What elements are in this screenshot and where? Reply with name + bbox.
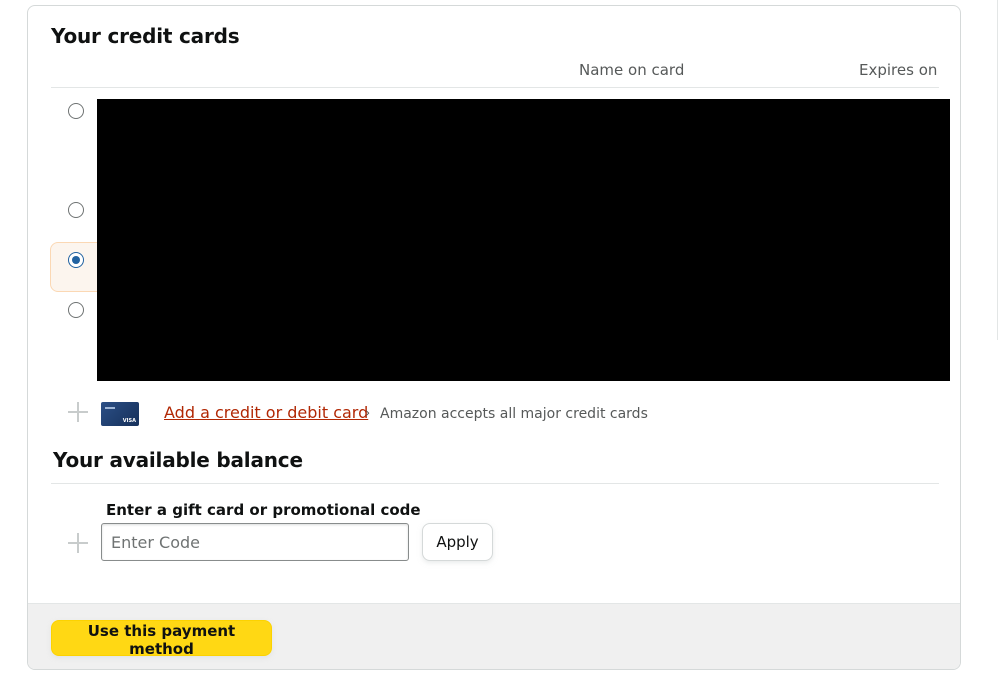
gift-code-input[interactable] [101, 523, 409, 561]
card-radio-3-selected[interactable] [68, 252, 84, 268]
apply-code-button[interactable]: Apply [422, 523, 493, 561]
accepted-cards-note: Amazon accepts all major credit cards [380, 406, 648, 422]
name-on-card-column-header: Name on card [579, 61, 685, 79]
add-credit-card-link[interactable]: Add a credit or debit card [164, 403, 368, 422]
credit-card-icon [101, 402, 139, 426]
divider [51, 87, 939, 88]
redacted-card-details [97, 99, 950, 381]
expires-on-column-header: Expires on [859, 61, 938, 79]
use-payment-method-button[interactable]: Use this payment method [51, 620, 272, 658]
panel-footer: Use this payment method [28, 603, 960, 669]
card-radio-4[interactable] [68, 302, 84, 318]
card-radio-2[interactable] [68, 202, 84, 218]
gift-code-label: Enter a gift card or promotional code [106, 501, 421, 519]
card-radio-1[interactable] [68, 103, 84, 119]
available-balance-heading: Your available balance [53, 448, 303, 472]
credit-cards-heading: Your credit cards [51, 24, 240, 48]
chevron-right-icon: › [365, 406, 371, 421]
plus-icon [68, 402, 88, 422]
divider [51, 483, 939, 484]
payment-method-panel: Your credit cards Name on card Expires o… [27, 5, 961, 670]
plus-icon [68, 533, 88, 553]
